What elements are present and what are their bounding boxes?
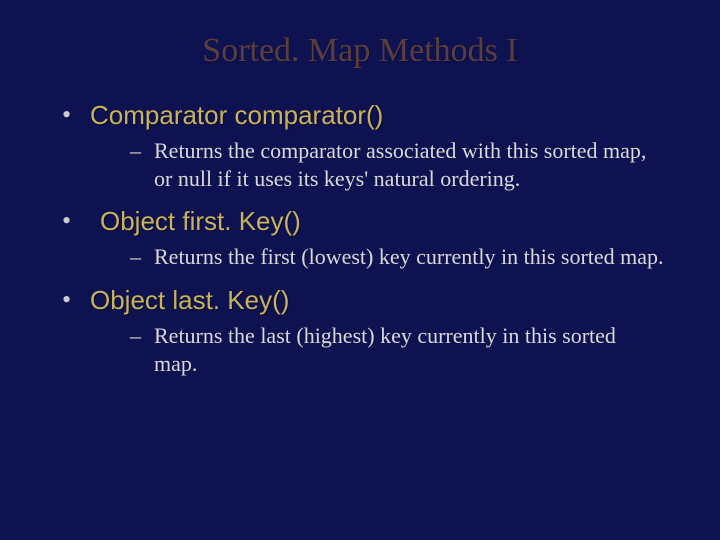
sub-bullet: Returns the last (highest) key currently… (130, 322, 664, 377)
bullet-list: Comparator comparator() Returns the comp… (56, 100, 664, 377)
slide-title: Sorted. Map Methods I (56, 32, 664, 70)
bullet-heading: Object first. Key() (100, 206, 664, 237)
title-part2: Methods I (370, 32, 517, 69)
sub-bullet: Returns the comparator associated with t… (130, 137, 664, 192)
sub-list: Returns the last (highest) key currently… (90, 322, 664, 377)
slide: Sorted. Map Methods I Comparator compara… (0, 0, 720, 540)
bullet-item: Object first. Key() Returns the first (l… (56, 206, 664, 271)
sub-list: Returns the comparator associated with t… (90, 137, 664, 192)
bullet-item: Object last. Key() Returns the last (hig… (56, 285, 664, 377)
sub-list: Returns the first (lowest) key currently… (90, 243, 664, 271)
bullet-heading: Object last. Key() (90, 285, 664, 316)
bullet-heading: Comparator comparator() (90, 100, 664, 131)
bullet-item: Comparator comparator() Returns the comp… (56, 100, 664, 192)
sub-bullet: Returns the first (lowest) key currently… (130, 243, 664, 271)
title-part1: Sorted. Map (202, 32, 370, 69)
